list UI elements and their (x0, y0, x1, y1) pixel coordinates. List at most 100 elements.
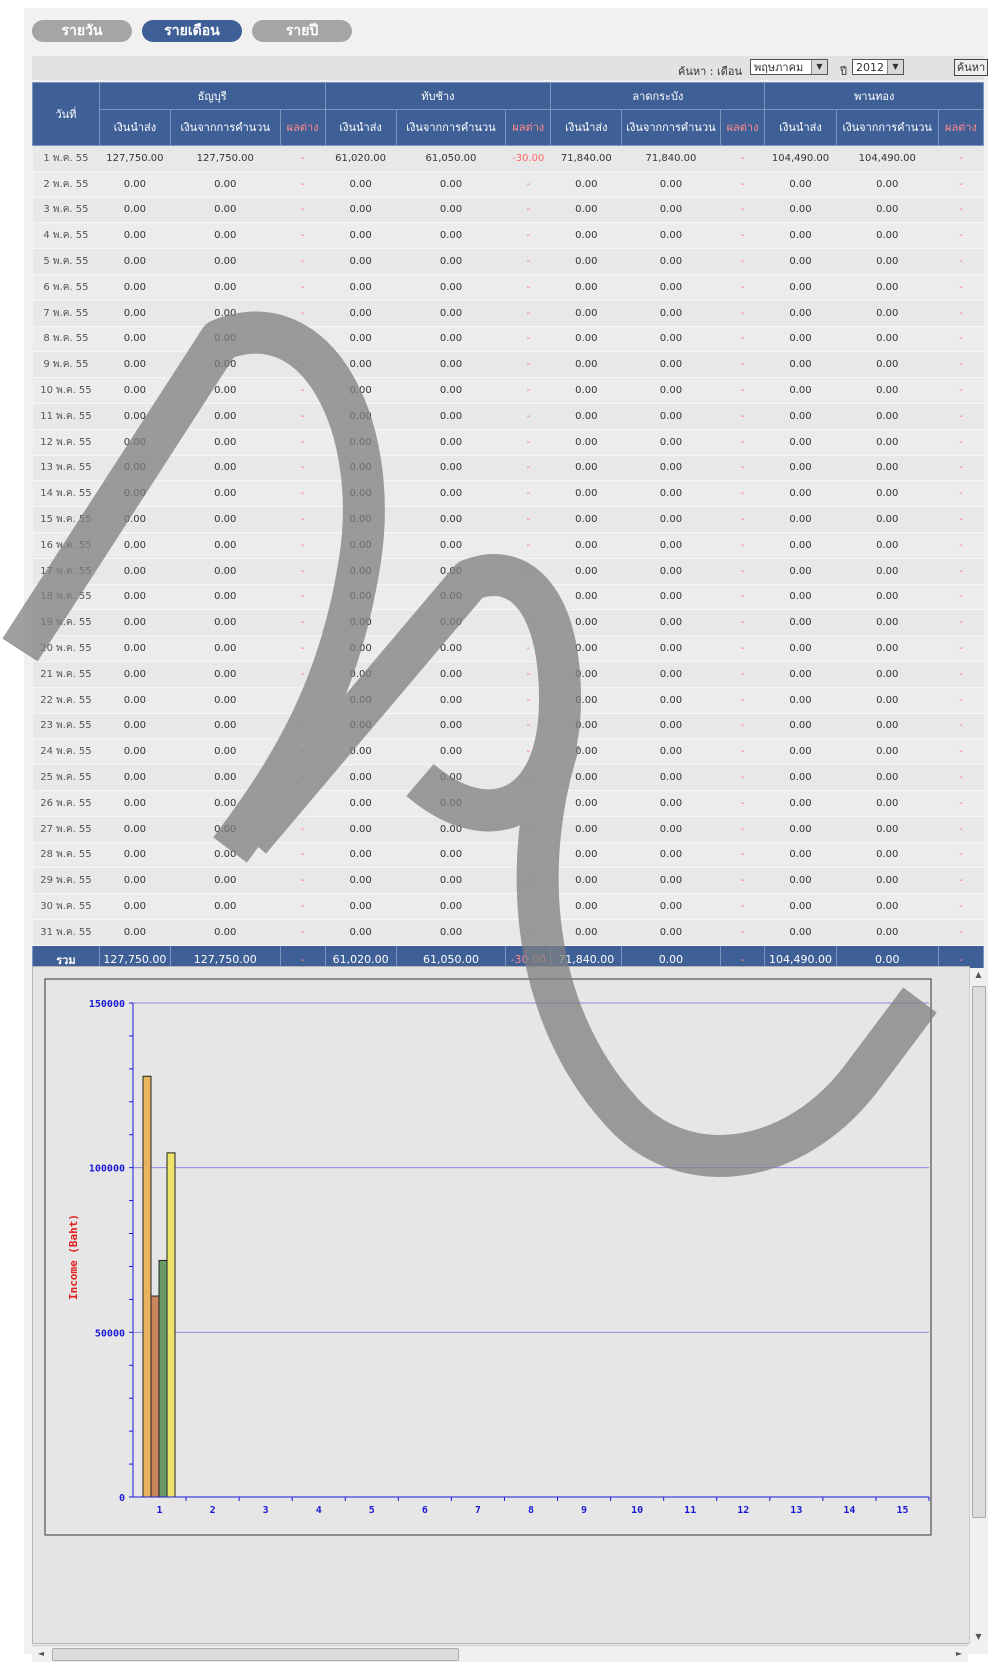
difference-cell: - (938, 867, 984, 895)
sent-amount-cell: 0.00 (764, 326, 837, 353)
sent-amount-cell: 0.00 (764, 867, 837, 895)
calculated-amount-header: เงินจากการคำนวน (621, 109, 721, 146)
difference-cell: - (720, 351, 765, 379)
difference-cell: - (720, 919, 765, 946)
difference-cell: - (280, 429, 326, 456)
calculated-amount-cell: 0.00 (836, 635, 939, 662)
difference-cell: - (505, 609, 551, 637)
calculated-amount-cell: 0.00 (836, 171, 939, 198)
sent-amount-cell: 0.00 (764, 790, 837, 817)
difference-cell: - (720, 300, 765, 327)
calculated-amount-cell: 0.00 (170, 532, 281, 559)
calculated-amount-cell: 0.00 (396, 584, 506, 611)
calculated-amount-cell: 0.00 (621, 687, 721, 714)
scroll-down-icon[interactable]: ▼ (970, 1630, 987, 1644)
sent-amount-cell: 0.00 (550, 584, 622, 611)
calculated-amount-cell: 0.00 (836, 222, 939, 250)
difference-cell: - (505, 738, 551, 766)
table-body: 1 พ.ค. 55 127,750.00 127,750.00-61,020.00 6… (32, 145, 984, 946)
vertical-scroll-thumb[interactable] (972, 986, 986, 1518)
tab-monthly[interactable]: รายเดือน (142, 20, 242, 42)
calculated-amount-cell: 0.00 (396, 506, 506, 533)
difference-cell: - (280, 455, 326, 482)
search-bar: ค้นหา : เดือน พฤษภาคม ▼ ปี 2012 ▼ ค้นหา (32, 56, 988, 80)
table-row: 29 พ.ค. 55 0.00 0.00-0.00 0.00-0.00 0.00-0.0… (32, 867, 984, 895)
difference-cell: - (280, 790, 326, 817)
sent-amount-cell: 0.00 (325, 867, 397, 895)
scroll-up-icon[interactable]: ▲ (970, 968, 987, 982)
horizontal-scroll-thumb[interactable] (52, 1648, 459, 1661)
difference-cell: - (720, 842, 765, 869)
calculated-amount-cell: 0.00 (621, 867, 721, 895)
difference-cell: - (505, 558, 551, 585)
sent-amount-cell: 0.00 (764, 197, 837, 224)
difference-cell: - (938, 713, 984, 740)
difference-cell: - (505, 377, 551, 404)
difference-cell: - (938, 326, 984, 353)
calculated-amount-cell: 0.00 (170, 790, 281, 817)
table-row: 21 พ.ค. 55 0.00 0.00-0.00 0.00-0.00 0.00-0.0… (32, 661, 984, 688)
difference-cell: - (938, 609, 984, 637)
year-select[interactable]: 2012 ▼ (852, 59, 904, 75)
difference-cell: - (280, 738, 326, 766)
calculated-amount-cell: 0.00 (396, 867, 506, 895)
day-cell: 15 พ.ค. 55 (32, 506, 100, 533)
calculated-amount-cell: 0.00 (836, 403, 939, 430)
year-label: ปี (840, 65, 847, 78)
difference-cell: - (720, 197, 765, 224)
sent-amount-cell: 0.00 (99, 867, 171, 895)
table-row: 13 พ.ค. 55 0.00 0.00-0.00 0.00-0.00 0.00-0.0… (32, 455, 984, 482)
x-tick-label: 15 (896, 1505, 908, 1516)
calculated-amount-cell: 0.00 (396, 197, 506, 224)
table-row: 1 พ.ค. 55 127,750.00 127,750.00-61,020.00 6… (32, 145, 984, 172)
sent-amount-cell: 0.00 (550, 919, 622, 946)
search-button[interactable]: ค้นหา (954, 59, 988, 76)
difference-cell: -30.00 (505, 145, 551, 172)
day-cell: 23 พ.ค. 55 (32, 713, 100, 740)
sent-amount-cell: 71,840.00 (550, 145, 622, 172)
calculated-amount-cell: 0.00 (396, 842, 506, 869)
vertical-scrollbar[interactable]: ▲ ▼ (969, 968, 987, 1644)
calculated-amount-cell: 0.00 (836, 609, 939, 637)
tab-yearly[interactable]: รายปี (252, 20, 352, 42)
calculated-amount-cell: 0.00 (170, 403, 281, 430)
day-cell: 11 พ.ค. 55 (32, 403, 100, 430)
calculated-amount-cell: 0.00 (170, 480, 281, 508)
sent-amount-cell: 0.00 (764, 816, 837, 843)
table-row: 18 พ.ค. 55 0.00 0.00-0.00 0.00-0.00 0.00-0.0… (32, 584, 984, 611)
day-cell: 26 พ.ค. 55 (32, 790, 100, 817)
sent-amount-cell: 0.00 (764, 584, 837, 611)
month-select[interactable]: พฤษภาคม ▼ (750, 59, 828, 75)
difference-cell: - (720, 893, 765, 920)
calculated-amount-cell: 0.00 (621, 919, 721, 946)
calculated-amount-cell: 0.00 (836, 790, 939, 817)
sent-amount-cell: 61,020.00 (325, 145, 397, 172)
calculated-amount-cell: 0.00 (170, 635, 281, 662)
difference-cell: - (938, 661, 984, 688)
day-cell: 20 พ.ค. 55 (32, 635, 100, 662)
y-tick-label: 100000 (89, 1164, 125, 1175)
calculated-amount-cell: 0.00 (396, 764, 506, 791)
dropdown-arrow-icon[interactable]: ▼ (811, 60, 827, 74)
table-row: 8 พ.ค. 55 0.00 0.00-0.00 0.00-0.00 0.00-0.00… (32, 326, 984, 353)
sent-amount-cell: 0.00 (764, 455, 837, 482)
dropdown-arrow-icon[interactable]: ▼ (887, 60, 903, 74)
sent-amount-cell: 0.00 (325, 584, 397, 611)
calculated-amount-cell: 0.00 (396, 480, 506, 508)
difference-cell: - (505, 351, 551, 379)
day-cell: 21 พ.ค. 55 (32, 661, 100, 688)
scroll-left-icon[interactable]: ◄ (34, 1647, 48, 1661)
sent-amount-cell: 0.00 (325, 171, 397, 198)
sent-amount-cell: 0.00 (550, 661, 622, 688)
sent-amount-cell: 0.00 (99, 351, 171, 379)
tab-daily[interactable]: รายวัน (32, 20, 132, 42)
table-row: 20 พ.ค. 55 0.00 0.00-0.00 0.00-0.00 0.00-0.0… (32, 635, 984, 662)
difference-cell: - (720, 532, 765, 559)
difference-cell: - (938, 300, 984, 327)
difference-cell: - (280, 661, 326, 688)
calculated-amount-cell: 0.00 (396, 893, 506, 920)
scroll-right-icon[interactable]: ► (952, 1647, 966, 1661)
day-cell: 19 พ.ค. 55 (32, 609, 100, 637)
calculated-amount-cell: 0.00 (170, 171, 281, 198)
difference-cell: - (720, 145, 765, 172)
